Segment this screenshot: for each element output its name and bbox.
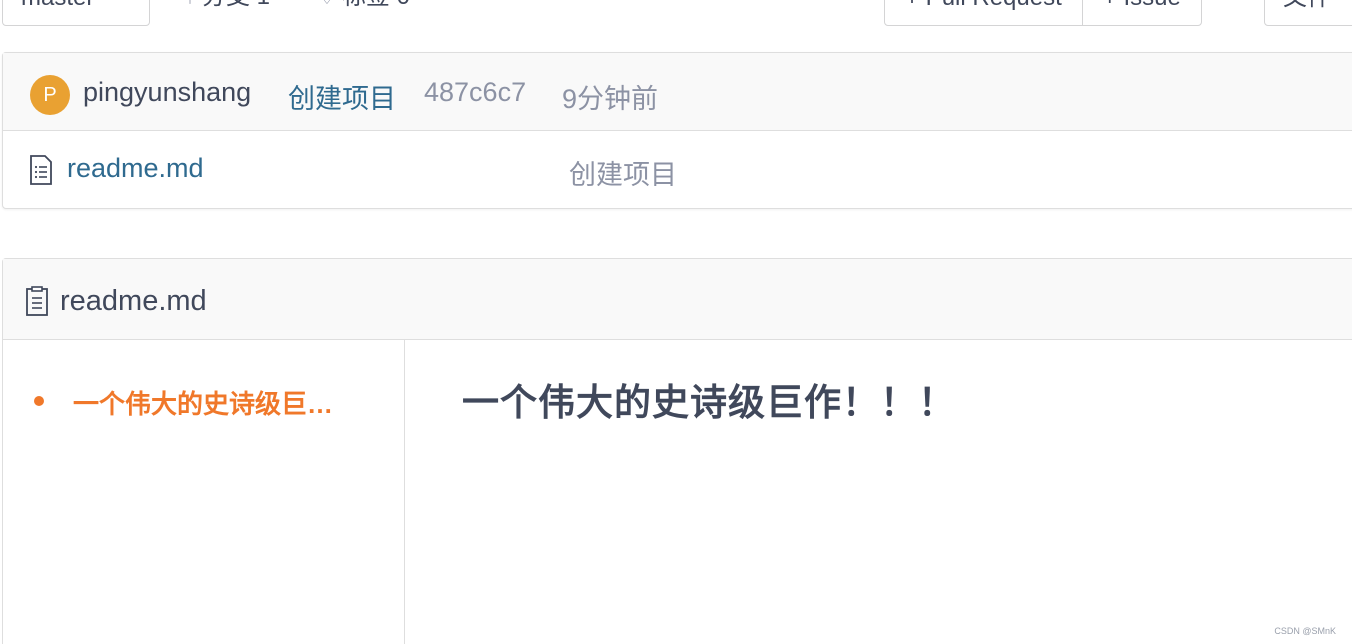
latest-commit-row: P pingyunshang 创建项目 487c6c7 9分钟前 [3,53,1352,131]
readme-heading: 一个伟大的史诗级巨作！！！ [462,382,956,423]
tag-icon: ♢ [318,0,336,9]
file-tree-panel: P pingyunshang 创建项目 487c6c7 9分钟前 readme.… [2,52,1352,209]
file-button[interactable]: 文件 [1264,0,1352,26]
tags-link[interactable]: ♢ 标签 0 [318,0,410,9]
readme-toc: 一个伟大的史诗级巨作！！！ [3,340,405,644]
branches-label: 分支 1 [202,0,270,10]
commit-time: 9分钟前 [562,84,659,114]
file-commit-message[interactable]: 创建项目 [569,153,677,192]
toc-item[interactable]: 一个伟大的史诗级巨作！！！ [73,384,351,421]
readme-title: readme.md [60,285,207,317]
commit-sha[interactable]: 487c6c7 [424,77,526,108]
branch-icon: ⑂ [184,0,196,9]
commit-message[interactable]: 创建项目 [288,77,396,116]
branch-select-label: master [21,0,94,11]
avatar[interactable]: P [30,75,70,115]
pull-request-button[interactable]: + Pull Request [885,0,1082,25]
issue-button[interactable]: + Issue [1081,0,1201,25]
repo-page: master ⑂ 分支 1 ♢ 标签 0 + Pull Request + Issu… [0,0,1352,644]
file-text-icon [30,155,52,185]
branch-select[interactable]: master [2,0,150,26]
file-name-link[interactable]: readme.md [67,153,204,184]
file-row[interactable]: readme.md 创建项目 [3,131,1352,208]
watermark: CSDN @SMnK [1274,626,1336,636]
branches-link[interactable]: ⑂ 分支 1 [184,0,270,9]
readme-panel: readme.md 一个伟大的史诗级巨作！！！ 一个伟大的史诗级巨作！！！ [2,258,1352,644]
commit-author[interactable]: pingyunshang [83,77,251,108]
readme-header: readme.md [3,259,1352,340]
repo-toolbar: master ⑂ 分支 1 ♢ 标签 0 + Pull Request + Issu… [0,0,1352,28]
toc-bullet [34,396,44,406]
readme-file-icon [26,286,48,316]
action-button-group: + Pull Request + Issue [884,0,1202,26]
tags-label: 标签 0 [342,0,410,10]
